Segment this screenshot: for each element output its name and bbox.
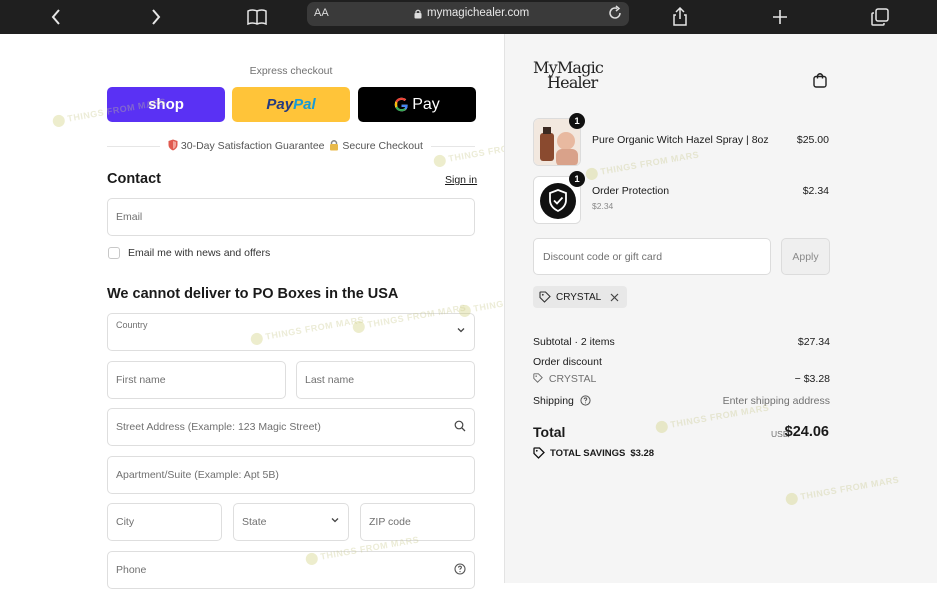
total-savings: TOTAL SAVINGS $3.28 [533, 447, 654, 459]
quantity-badge: 1 [569, 113, 585, 129]
total-label: Total [533, 424, 566, 440]
email-placeholder: Email [116, 211, 143, 223]
first-name-field[interactable]: First name [107, 361, 286, 399]
discount-code-label: CRYSTAL [548, 373, 597, 385]
help-icon[interactable] [454, 563, 466, 578]
store-logo[interactable]: MyMagic Healer [533, 60, 604, 91]
subtotal-row: Subtotal · 2 items $27.34 [533, 336, 830, 348]
item-price: $2.34 [802, 185, 829, 197]
newsletter-label: Email me with news and offers [128, 247, 271, 259]
email-field[interactable]: Email [107, 198, 475, 236]
zip-placeholder: ZIP code [369, 516, 411, 528]
new-tab-icon[interactable] [767, 4, 793, 30]
lock-icon [414, 8, 422, 22]
order-discount-label: Order discount [533, 356, 602, 368]
forward-icon[interactable] [143, 4, 169, 30]
padlock-icon [329, 139, 339, 154]
savings-value: $3.28 [630, 447, 655, 459]
street-address-placeholder: Street Address (Example: 123 Magic Stree… [116, 421, 321, 433]
watermark: THINGS FROM MARS [584, 149, 700, 181]
guarantee-text: 30-Day Satisfaction Guarantee [180, 140, 325, 152]
watermark: THINGS FROM MARS [784, 474, 900, 506]
tabs-overview-icon[interactable] [867, 4, 893, 30]
shipping-label: Shipping [533, 395, 574, 407]
shield-icon [168, 139, 178, 154]
item-name: Pure Organic Witch Hazel Spray | 8oz [592, 134, 769, 146]
code-chip-label: CRYSTAL [556, 291, 602, 303]
back-icon[interactable] [43, 4, 69, 30]
google-pay-button[interactable]: Pay [358, 87, 476, 122]
order-discount-row: Order discount [533, 356, 830, 368]
paypal-button[interactable]: Pay Pal [232, 87, 350, 122]
browser-toolbar: AA mymagichealer.com [0, 0, 937, 34]
apply-discount-button[interactable]: Apply [781, 238, 830, 275]
discount-value: − $3.28 [794, 373, 830, 385]
reader-options-button[interactable]: AA [314, 7, 329, 19]
chevron-down-icon [456, 325, 466, 338]
share-icon[interactable] [667, 4, 693, 30]
last-name-placeholder: Last name [305, 374, 355, 386]
city-placeholder: City [116, 516, 135, 528]
shop-pay-button[interactable]: shop [107, 87, 225, 122]
subtotal-value: $27.34 [797, 336, 830, 348]
chevron-down-icon [330, 515, 340, 528]
last-name-field[interactable]: Last name [296, 361, 475, 399]
savings-label: TOTAL SAVINGS [550, 447, 626, 459]
sign-in-link[interactable]: Sign in [445, 174, 477, 186]
subtotal-label: Subtotal · 2 items [533, 336, 615, 348]
total-value: $24.06 [784, 424, 829, 440]
tag-icon [539, 291, 551, 303]
apartment-field[interactable]: Apartment/Suite (Example: Apt 5B) [107, 456, 475, 494]
google-g-icon [394, 97, 409, 112]
phone-placeholder: Phone [116, 564, 147, 576]
street-address-field[interactable]: Street Address (Example: 123 Magic Stree… [107, 408, 475, 446]
newsletter-checkbox[interactable] [108, 247, 120, 259]
google-pay-label: Pay [412, 95, 440, 113]
discount-placeholder: Discount code or gift card [543, 251, 663, 263]
tag-icon [533, 373, 543, 386]
shop-pay-label: shop [148, 96, 184, 113]
delivery-heading: We cannot deliver to PO Boxes in the USA [107, 286, 399, 302]
url-text: mymagichealer.com [427, 7, 530, 19]
item-unit-price: $2.34 [592, 201, 614, 211]
close-icon[interactable] [610, 293, 619, 302]
paypal-label-part2: Pal [293, 96, 316, 113]
express-checkout-title: Express checkout [249, 65, 333, 77]
order-summary: MyMagic Healer 1 Pure Organic Witch Haze… [504, 34, 937, 583]
tag-icon [533, 447, 545, 459]
country-select[interactable]: Country [107, 313, 475, 351]
checkout-form: Express checkout shop Pay Pal Pay 30-Day … [0, 34, 573, 589]
bookmarks-icon[interactable] [244, 4, 270, 30]
shipping-row: Shipping Enter shipping address [533, 395, 830, 409]
discount-code-field[interactable]: Discount code or gift card [533, 238, 771, 275]
first-name-placeholder: First name [116, 374, 166, 386]
shipping-value: Enter shipping address [722, 395, 830, 407]
address-bar[interactable]: AA mymagichealer.com [307, 2, 629, 26]
country-label: Country [116, 320, 148, 330]
state-placeholder: State [242, 516, 267, 528]
item-name: Order Protection [592, 185, 670, 197]
discount-code-row: CRYSTAL − $3.28 [533, 373, 830, 386]
phone-field[interactable]: Phone [107, 551, 475, 589]
search-icon [454, 420, 466, 435]
reload-icon[interactable] [607, 5, 623, 24]
state-select[interactable]: State [233, 503, 349, 541]
zip-field[interactable]: ZIP code [360, 503, 475, 541]
contact-heading: Contact [107, 171, 161, 187]
paypal-label-part1: Pay [266, 96, 294, 113]
help-icon[interactable] [580, 395, 591, 409]
applied-code-chip: CRYSTAL [533, 286, 628, 308]
trust-badges: 30-Day Satisfaction Guarantee Secure Che… [160, 139, 431, 154]
shopping-bag-icon[interactable] [813, 72, 827, 93]
item-price: $25.00 [796, 134, 829, 146]
quantity-badge: 1 [569, 171, 585, 187]
apartment-placeholder: Apartment/Suite (Example: Apt 5B) [116, 469, 279, 481]
secure-checkout-text: Secure Checkout [342, 140, 423, 152]
city-field[interactable]: City [107, 503, 222, 541]
